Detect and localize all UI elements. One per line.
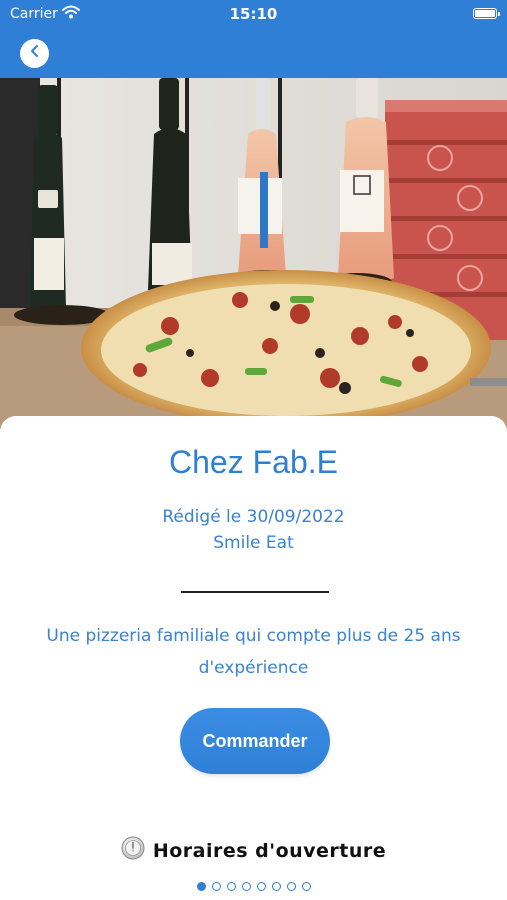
author-name: Smile Eat bbox=[213, 533, 294, 553]
page-dot[interactable] bbox=[196, 882, 206, 891]
page-dot[interactable] bbox=[211, 882, 221, 891]
page-dot[interactable] bbox=[286, 882, 296, 891]
chevron-left-icon bbox=[29, 44, 41, 63]
back-button[interactable] bbox=[20, 39, 49, 68]
opening-hours-label: Horaires d'ouverture bbox=[152, 839, 387, 862]
clock-time: 15:10 bbox=[229, 5, 278, 23]
page-dot[interactable] bbox=[301, 882, 311, 891]
divider bbox=[181, 591, 329, 593]
page-dot[interactable] bbox=[271, 882, 281, 891]
status-bar: Carrier 15:10 bbox=[0, 0, 507, 30]
written-date: Rédigé le 30/09/2022 bbox=[162, 507, 345, 527]
restaurant-description: Une pizzeria familiale qui compte plus d… bbox=[46, 626, 461, 678]
page-dot[interactable] bbox=[226, 882, 236, 891]
restaurant-card: Chez Fab.E Rédigé le 30/09/2022 Smile Ea… bbox=[0, 416, 507, 900]
page-dot[interactable] bbox=[241, 882, 251, 891]
page-dot[interactable] bbox=[256, 882, 266, 891]
opening-hours-link[interactable]: Horaires d'ouverture bbox=[0, 836, 507, 865]
restaurant-name: Chez Fab.E bbox=[169, 444, 338, 480]
battery-full-icon bbox=[473, 8, 500, 19]
order-button[interactable]: Commander bbox=[180, 708, 330, 774]
hero-photo bbox=[0, 78, 507, 438]
page-indicator bbox=[0, 882, 507, 891]
clock-icon bbox=[121, 836, 145, 865]
navigation-bar bbox=[0, 30, 507, 78]
